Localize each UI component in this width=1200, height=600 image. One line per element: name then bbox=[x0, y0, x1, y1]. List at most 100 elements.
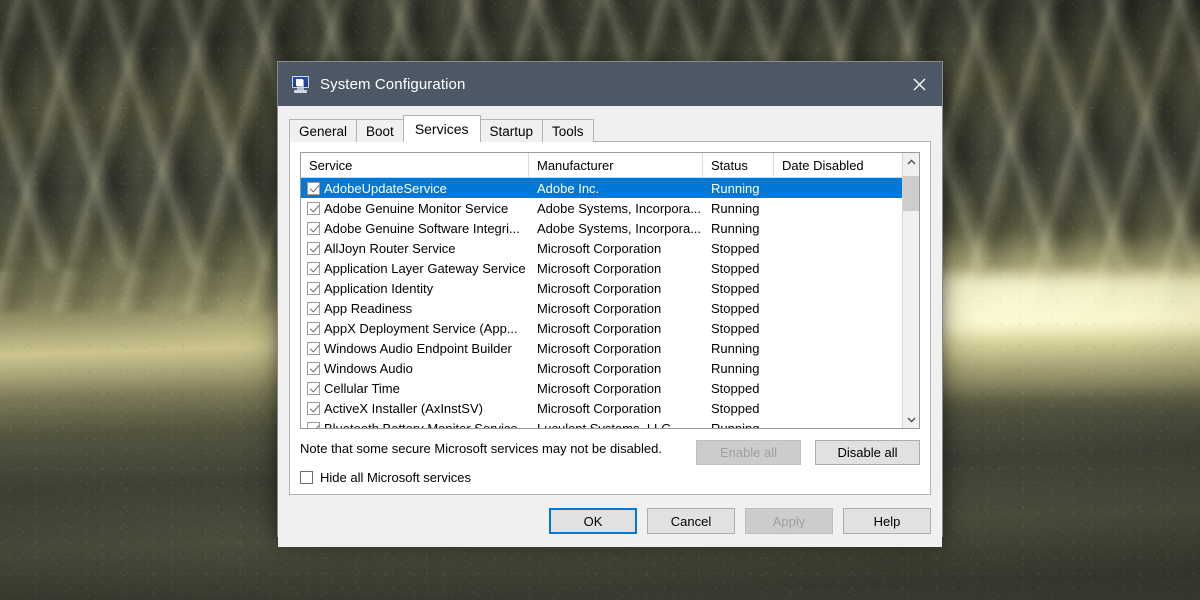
cell-manufacturer: Microsoft Corporation bbox=[529, 281, 703, 296]
cell-status: Stopped bbox=[703, 241, 774, 256]
column-header-status[interactable]: Status bbox=[703, 153, 774, 177]
table-row[interactable]: AllJoyn Router Service Microsoft Corporat… bbox=[301, 238, 902, 258]
cancel-button[interactable]: Cancel bbox=[647, 508, 735, 534]
dialog-footer: OK Cancel Apply Help bbox=[278, 495, 942, 547]
service-name-label: App Readiness bbox=[320, 301, 412, 316]
cell-manufacturer: Luculent Systems, LLC bbox=[529, 421, 703, 429]
cell-status: Stopped bbox=[703, 301, 774, 316]
cell-service: ActiveX Installer (AxInstSV) bbox=[301, 401, 529, 416]
help-button[interactable]: Help bbox=[843, 508, 931, 534]
cell-status: Stopped bbox=[703, 321, 774, 336]
service-name-label: ActiveX Installer (AxInstSV) bbox=[320, 401, 483, 416]
service-enabled-checkbox[interactable] bbox=[307, 242, 320, 255]
cell-manufacturer: Microsoft Corporation bbox=[529, 381, 703, 396]
tab-boot[interactable]: Boot bbox=[356, 119, 404, 142]
service-enabled-checkbox[interactable] bbox=[307, 302, 320, 315]
column-header-date-disabled[interactable]: Date Disabled bbox=[774, 153, 902, 177]
column-header-manufacturer[interactable]: Manufacturer bbox=[529, 153, 703, 177]
service-name-label: Adobe Genuine Software Integri... bbox=[320, 221, 520, 236]
cell-service: Adobe Genuine Software Integri... bbox=[301, 221, 529, 236]
service-name-label: Application Identity bbox=[320, 281, 433, 296]
service-enabled-checkbox[interactable] bbox=[307, 342, 320, 355]
tab-tools[interactable]: Tools bbox=[542, 119, 594, 142]
service-enabled-checkbox[interactable] bbox=[307, 282, 320, 295]
service-name-label: Adobe Genuine Monitor Service bbox=[320, 201, 508, 216]
cell-manufacturer: Microsoft Corporation bbox=[529, 341, 703, 356]
service-name-label: AllJoyn Router Service bbox=[320, 241, 456, 256]
table-row[interactable]: Application Identity Microsoft Corporatio… bbox=[301, 278, 902, 298]
apply-button[interactable]: Apply bbox=[745, 508, 833, 534]
service-name-label: Cellular Time bbox=[320, 381, 400, 396]
cell-manufacturer: Microsoft Corporation bbox=[529, 321, 703, 336]
hide-microsoft-services-checkbox[interactable] bbox=[300, 471, 313, 484]
cell-service: Adobe Genuine Monitor Service bbox=[301, 201, 529, 216]
service-enabled-checkbox[interactable] bbox=[307, 222, 320, 235]
service-name-label: Windows Audio bbox=[320, 361, 413, 376]
cell-status: Running bbox=[703, 201, 774, 216]
services-table-header: Service Manufacturer Status Date Disable… bbox=[301, 153, 902, 178]
cell-manufacturer: Microsoft Corporation bbox=[529, 241, 703, 256]
cell-service: Bluetooth Battery Monitor Service bbox=[301, 421, 529, 429]
scroll-up-icon[interactable] bbox=[903, 153, 919, 170]
services-list-scrollbar[interactable] bbox=[902, 153, 919, 428]
table-row[interactable]: Cellular Time Microsoft CorporationStoppe… bbox=[301, 378, 902, 398]
hide-microsoft-services-row[interactable]: Hide all Microsoft services bbox=[300, 470, 696, 485]
cell-status: Running bbox=[703, 181, 774, 196]
service-name-label: AppX Deployment Service (App... bbox=[320, 321, 518, 336]
desktop-background: System Configuration General Boot Servic… bbox=[0, 0, 1200, 600]
enable-all-button[interactable]: Enable all bbox=[696, 440, 801, 465]
scrollbar-track[interactable] bbox=[903, 170, 919, 411]
scrollbar-thumb[interactable] bbox=[903, 176, 919, 211]
service-enabled-checkbox[interactable] bbox=[307, 402, 320, 415]
table-row[interactable]: Application Layer Gateway ServiceMicroso… bbox=[301, 258, 902, 278]
service-name-label: Application Layer Gateway Service bbox=[320, 261, 526, 276]
tab-general[interactable]: General bbox=[289, 119, 357, 142]
close-icon[interactable] bbox=[896, 62, 942, 106]
service-enabled-checkbox[interactable] bbox=[307, 322, 320, 335]
services-table-body: AdobeUpdateServiceAdobe Inc.RunningAdobe… bbox=[301, 178, 902, 428]
table-row[interactable]: Adobe Genuine Monitor Service Adobe Syste… bbox=[301, 198, 902, 218]
table-row[interactable]: Windows Audio Endpoint BuilderMicrosoft … bbox=[301, 338, 902, 358]
service-name-label: Bluetooth Battery Monitor Service bbox=[320, 421, 518, 429]
cell-manufacturer: Adobe Systems, Incorpora... bbox=[529, 201, 703, 216]
cell-service: AllJoyn Router Service bbox=[301, 241, 529, 256]
cell-manufacturer: Adobe Inc. bbox=[529, 181, 703, 196]
service-enabled-checkbox[interactable] bbox=[307, 362, 320, 375]
secure-services-note: Note that some secure Microsoft services… bbox=[300, 441, 696, 456]
cell-service: AdobeUpdateService bbox=[301, 181, 529, 196]
cell-service: Windows Audio bbox=[301, 361, 529, 376]
cell-status: Stopped bbox=[703, 381, 774, 396]
service-enabled-checkbox[interactable] bbox=[307, 422, 320, 429]
table-row[interactable]: ActiveX Installer (AxInstSV) Microsoft Co… bbox=[301, 398, 902, 418]
table-row[interactable]: App ReadinessMicrosoft CorporationStoppe… bbox=[301, 298, 902, 318]
cell-service: Application Layer Gateway Service bbox=[301, 261, 529, 276]
cell-manufacturer: Microsoft Corporation bbox=[529, 361, 703, 376]
table-row[interactable]: Bluetooth Battery Monitor Service Luculen… bbox=[301, 418, 902, 428]
table-row[interactable]: Windows Audio Microsoft CorporationRunnin… bbox=[301, 358, 902, 378]
column-header-service[interactable]: Service bbox=[301, 153, 529, 177]
ok-button[interactable]: OK bbox=[549, 508, 637, 534]
hide-microsoft-services-label: Hide all Microsoft services bbox=[320, 470, 471, 485]
tab-strip: General Boot Services Startup Tools bbox=[289, 114, 931, 142]
service-enabled-checkbox[interactable] bbox=[307, 262, 320, 275]
cell-status: Running bbox=[703, 361, 774, 376]
title-bar[interactable]: System Configuration bbox=[278, 62, 942, 106]
table-row[interactable]: AdobeUpdateServiceAdobe Inc.Running bbox=[301, 178, 902, 198]
table-row[interactable]: Adobe Genuine Software Integri... Adobe S… bbox=[301, 218, 902, 238]
cell-manufacturer: Microsoft Corporation bbox=[529, 401, 703, 416]
tab-services[interactable]: Services bbox=[403, 115, 481, 142]
service-enabled-checkbox[interactable] bbox=[307, 382, 320, 395]
service-enabled-checkbox[interactable] bbox=[307, 182, 320, 195]
scroll-down-icon[interactable] bbox=[903, 411, 919, 428]
cell-status: Stopped bbox=[703, 261, 774, 276]
cell-status: Stopped bbox=[703, 281, 774, 296]
table-row[interactable]: AppX Deployment Service (App... Microsoft… bbox=[301, 318, 902, 338]
cell-status: Running bbox=[703, 421, 774, 429]
service-enabled-checkbox[interactable] bbox=[307, 202, 320, 215]
window-title: System Configuration bbox=[320, 76, 465, 93]
cell-manufacturer: Adobe Systems, Incorpora... bbox=[529, 221, 703, 236]
tab-startup[interactable]: Startup bbox=[480, 119, 544, 142]
system-configuration-icon bbox=[292, 76, 309, 93]
disable-all-button[interactable]: Disable all bbox=[815, 440, 920, 465]
cell-status: Stopped bbox=[703, 401, 774, 416]
